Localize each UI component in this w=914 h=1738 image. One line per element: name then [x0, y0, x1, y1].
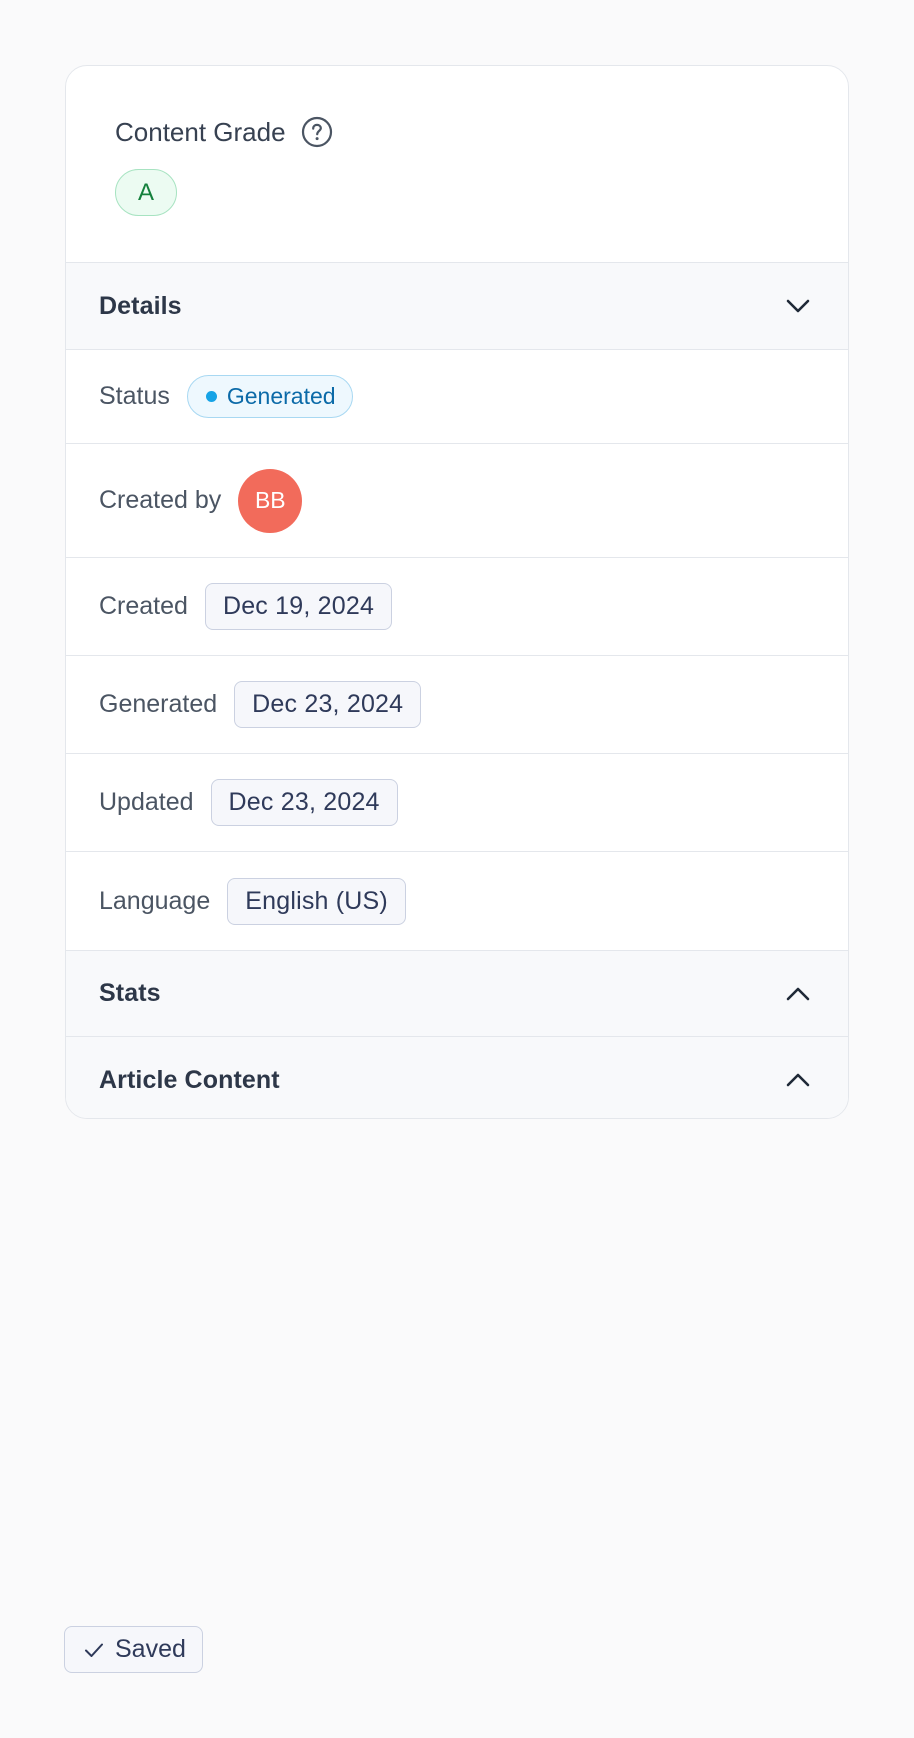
updated-date-chip: Dec 23, 2024 — [210, 779, 398, 826]
status-value: Generated — [226, 383, 336, 409]
created-row: Created Dec 19, 2024 — [66, 558, 848, 656]
chevron-up-icon[interactable] — [784, 1066, 812, 1094]
updated-row: Updated Dec 23, 2024 — [66, 754, 848, 852]
chevron-up-icon[interactable] — [784, 980, 812, 1008]
created-label: Created — [99, 592, 188, 620]
stats-header-label: Stats — [99, 979, 161, 1007]
created-date-chip: Dec 19, 2024 — [204, 583, 393, 630]
check-icon — [83, 1639, 105, 1661]
status-row: Status Generated — [66, 350, 848, 444]
save-status-label: Saved — [115, 1635, 186, 1663]
generated-label: Generated — [99, 690, 218, 718]
stats-section-header[interactable]: Stats — [66, 951, 848, 1037]
language-label: Language — [99, 886, 211, 915]
status-label: Status — [99, 382, 170, 410]
save-status-badge: Saved — [64, 1626, 203, 1673]
status-badge: Generated — [186, 375, 353, 418]
content-grade-title: Content Grade — [115, 116, 286, 147]
language-chip: English (US) — [227, 877, 406, 925]
generated-date-chip: Dec 23, 2024 — [234, 681, 422, 728]
created-by-label: Created by — [99, 486, 222, 514]
content-grade-title-row: Content Grade — [115, 116, 848, 148]
question-circle-icon[interactable] — [301, 116, 333, 148]
content-grade-badge: A — [115, 169, 177, 216]
created-by-row: Created by BB — [66, 444, 848, 558]
chevron-down-icon[interactable] — [784, 292, 812, 320]
language-row: Language English (US) — [66, 852, 848, 951]
generated-row: Generated Dec 23, 2024 — [66, 656, 848, 754]
content-grade-section: Content Grade A — [66, 66, 848, 263]
document-sidebar-card: Content Grade A Details Status Generated — [65, 65, 849, 1119]
status-dot-icon — [205, 391, 217, 402]
avatar[interactable]: BB — [238, 468, 303, 533]
article-content-section-header[interactable]: Article Content — [66, 1037, 848, 1118]
updated-label: Updated — [99, 788, 194, 816]
details-header-label: Details — [99, 291, 182, 320]
article-content-header-label: Article Content — [99, 1065, 280, 1094]
details-section-header[interactable]: Details — [66, 263, 848, 350]
